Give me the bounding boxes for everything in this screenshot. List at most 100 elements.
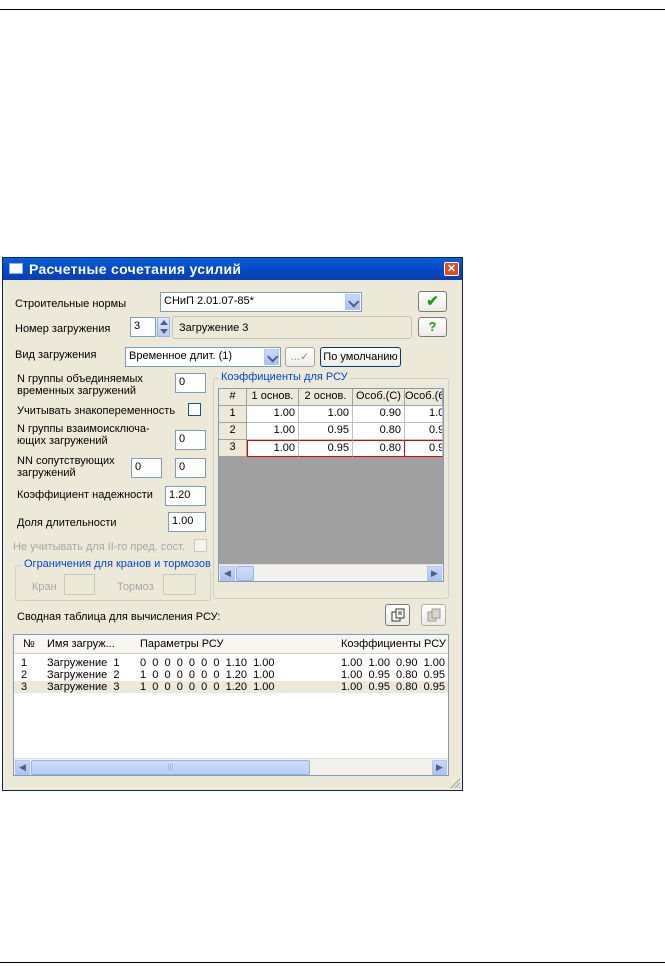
reliability-label: Коэффициент надежности	[17, 489, 153, 501]
load-number-spinner[interactable]	[157, 317, 170, 337]
col-number[interactable]: №	[23, 638, 35, 650]
scroll-left-icon[interactable]: ◀	[15, 760, 30, 775]
list-item-selected[interactable]: 3 Загружение 3 1 0 0 0 0 0 0 1.20 1.00 1…	[14, 681, 448, 693]
grid-header-special-6: Особ.(6	[405, 389, 443, 406]
top-page-rule	[0, 9, 665, 10]
grid-scroll-thumb[interactable]	[236, 566, 254, 581]
window-title: Расчетные сочетания усилий	[29, 261, 242, 277]
brake-label: Тормоз	[117, 581, 154, 593]
export-icon	[427, 608, 440, 622]
col-coefs[interactable]: Коэффициенты РСУ	[341, 638, 446, 650]
load-number-label: Номер загружения	[15, 323, 111, 335]
grid-cell[interactable]: 1.00	[247, 406, 299, 423]
grid-cell[interactable]: 1.00	[299, 406, 353, 423]
row-coefs: 1.00 1.00 0.90 1.00	[341, 657, 445, 669]
row-params: 0 0 0 0 0 0 0 1.10 1.00	[140, 657, 275, 669]
duration-label: Доля длительности	[17, 517, 117, 529]
alternating-label: Учитывать знакопеременность	[17, 405, 176, 417]
grid-cell[interactable]: 0.95	[299, 423, 353, 440]
coef-group-title: Коэффициенты для РСУ	[219, 371, 350, 383]
row-number: 1	[21, 657, 28, 669]
list-scroll-thumb[interactable]: |||	[31, 760, 310, 775]
scroll-right-icon[interactable]: ▶	[432, 760, 447, 775]
norms-value: СНиП 2.01.07-85*	[164, 295, 254, 307]
load-type-value: Временное длит. (1)	[129, 350, 233, 362]
grid-cell[interactable]: 1.00	[247, 440, 299, 457]
list-item[interactable]: 2 Загружение 2 1 0 0 0 0 0 0 1.20 1.00 1…	[14, 669, 448, 681]
grip-icon: |||	[167, 764, 174, 771]
list-hscrollbar[interactable]: ◀ ||| ▶	[14, 758, 448, 775]
grid-row-index: 2	[219, 423, 247, 440]
exclusive-group-label: N группы взаимоисключа-ющих загружений	[17, 423, 150, 447]
ignore-label: Не учитывать для II-го пред. сост.	[13, 541, 186, 553]
chevron-down-icon[interactable]	[345, 294, 360, 310]
default-button[interactable]: По умолчанию	[320, 347, 401, 367]
load-type-label: Вид загружения	[15, 349, 97, 361]
accompanying-input-2[interactable]: 0	[175, 458, 206, 478]
accompanying-label: NN сопутствующих загружений	[17, 455, 115, 479]
close-button[interactable]: ✕	[444, 262, 459, 276]
summary-list-header: № Имя загруж... Параметры РСУ Коэффициен…	[14, 635, 448, 654]
grid-cell[interactable]: 0.95	[299, 440, 353, 457]
row-params: 1 0 0 0 0 0 0 1.20 1.00	[140, 669, 275, 681]
grid-header-index: #	[219, 389, 247, 406]
load-name-value: Загружение 3	[179, 322, 249, 334]
grid-cell[interactable]: 0.9	[405, 423, 443, 440]
resize-grip-icon[interactable]	[449, 777, 461, 789]
crane-label: Кран	[32, 581, 57, 593]
row-params: 1 0 0 0 0 0 0 1.20 1.00	[140, 681, 275, 693]
col-load-name[interactable]: Имя загруж...	[47, 638, 115, 650]
summary-label: Сводная таблица для вычисления РСУ:	[17, 611, 221, 623]
col-params[interactable]: Параметры РСУ	[140, 638, 223, 650]
checkmark-icon: ✔	[426, 293, 439, 310]
norms-label: Строительные нормы	[15, 298, 127, 310]
grid-header-special-c: Особ.(С)	[353, 389, 405, 406]
scroll-right-icon[interactable]: ▶	[427, 566, 442, 581]
spin-down-icon[interactable]	[160, 329, 168, 334]
load-type-select[interactable]: Временное длит. (1)	[125, 347, 281, 367]
row-coefs: 1.00 0.95 0.80 0.95	[341, 669, 445, 681]
title-bar[interactable]: Расчетные сочетания усилий ✕	[3, 258, 462, 280]
chevron-down-icon[interactable]	[264, 349, 279, 365]
grid-row-index: 1	[219, 406, 247, 423]
grid-cell[interactable]: 0.90	[353, 406, 405, 423]
grid-hscrollbar[interactable]: ◀ ▶	[219, 564, 443, 581]
list-item[interactable]: 1 Загружение 1 0 0 0 0 0 0 0 1.10 1.00 1…	[14, 657, 448, 669]
scroll-left-icon[interactable]: ◀	[220, 566, 235, 581]
grid-cell[interactable]: 0.9	[405, 440, 443, 457]
duration-input[interactable]: 1.00	[168, 512, 206, 532]
grid-cell[interactable]: 0.80	[353, 423, 405, 440]
apply-button[interactable]: ...✓	[285, 347, 315, 367]
crane-input	[64, 574, 95, 595]
row-number: 3	[21, 681, 28, 693]
copy-table-button[interactable]	[385, 604, 410, 626]
spin-up-icon[interactable]	[160, 320, 168, 325]
grid-row-index: 3	[219, 440, 247, 457]
summary-list[interactable]: № Имя загруж... Параметры РСУ Коэффициен…	[13, 634, 449, 776]
norms-select[interactable]: СНиП 2.01.07-85*	[160, 292, 362, 312]
grid-header-main2: 2 основ.	[299, 389, 353, 406]
grid-cell[interactable]: 1.00	[247, 423, 299, 440]
rsu-dialog: Расчетные сочетания усилий ✕ Строительны…	[2, 257, 463, 791]
row-load-name: Загружение 3	[47, 681, 120, 693]
window-icon	[9, 263, 23, 274]
coef-grid[interactable]: # 1 основ. 2 основ. Особ.(С) Особ.(6 1 1…	[218, 388, 444, 582]
grid-cell[interactable]: 1.0	[405, 406, 443, 423]
load-name-display: Загружение 3	[172, 316, 412, 339]
help-button[interactable]: ?	[418, 317, 447, 337]
row-load-name: Загружение 1	[47, 657, 120, 669]
bottom-page-rule	[0, 962, 665, 963]
grid-cell[interactable]: 0.80	[353, 440, 405, 457]
load-number-input[interactable]: 3	[130, 317, 156, 337]
ok-button[interactable]: ✔	[418, 291, 447, 312]
combined-group-input[interactable]: 0	[175, 373, 206, 393]
reliability-input[interactable]: 1.20	[165, 486, 206, 506]
limits-group-title: Ограничения для кранов и тормозов	[22, 558, 213, 570]
exclusive-group-input[interactable]: 0	[175, 430, 206, 450]
help-icon: ?	[428, 319, 437, 334]
brake-input	[163, 574, 196, 595]
alternating-checkbox[interactable]	[188, 403, 201, 416]
grid-header-main1: 1 основ.	[247, 389, 299, 406]
combined-group-label: N группы объединяемых временных загружен…	[17, 373, 143, 397]
accompanying-input-1[interactable]: 0	[131, 458, 162, 478]
